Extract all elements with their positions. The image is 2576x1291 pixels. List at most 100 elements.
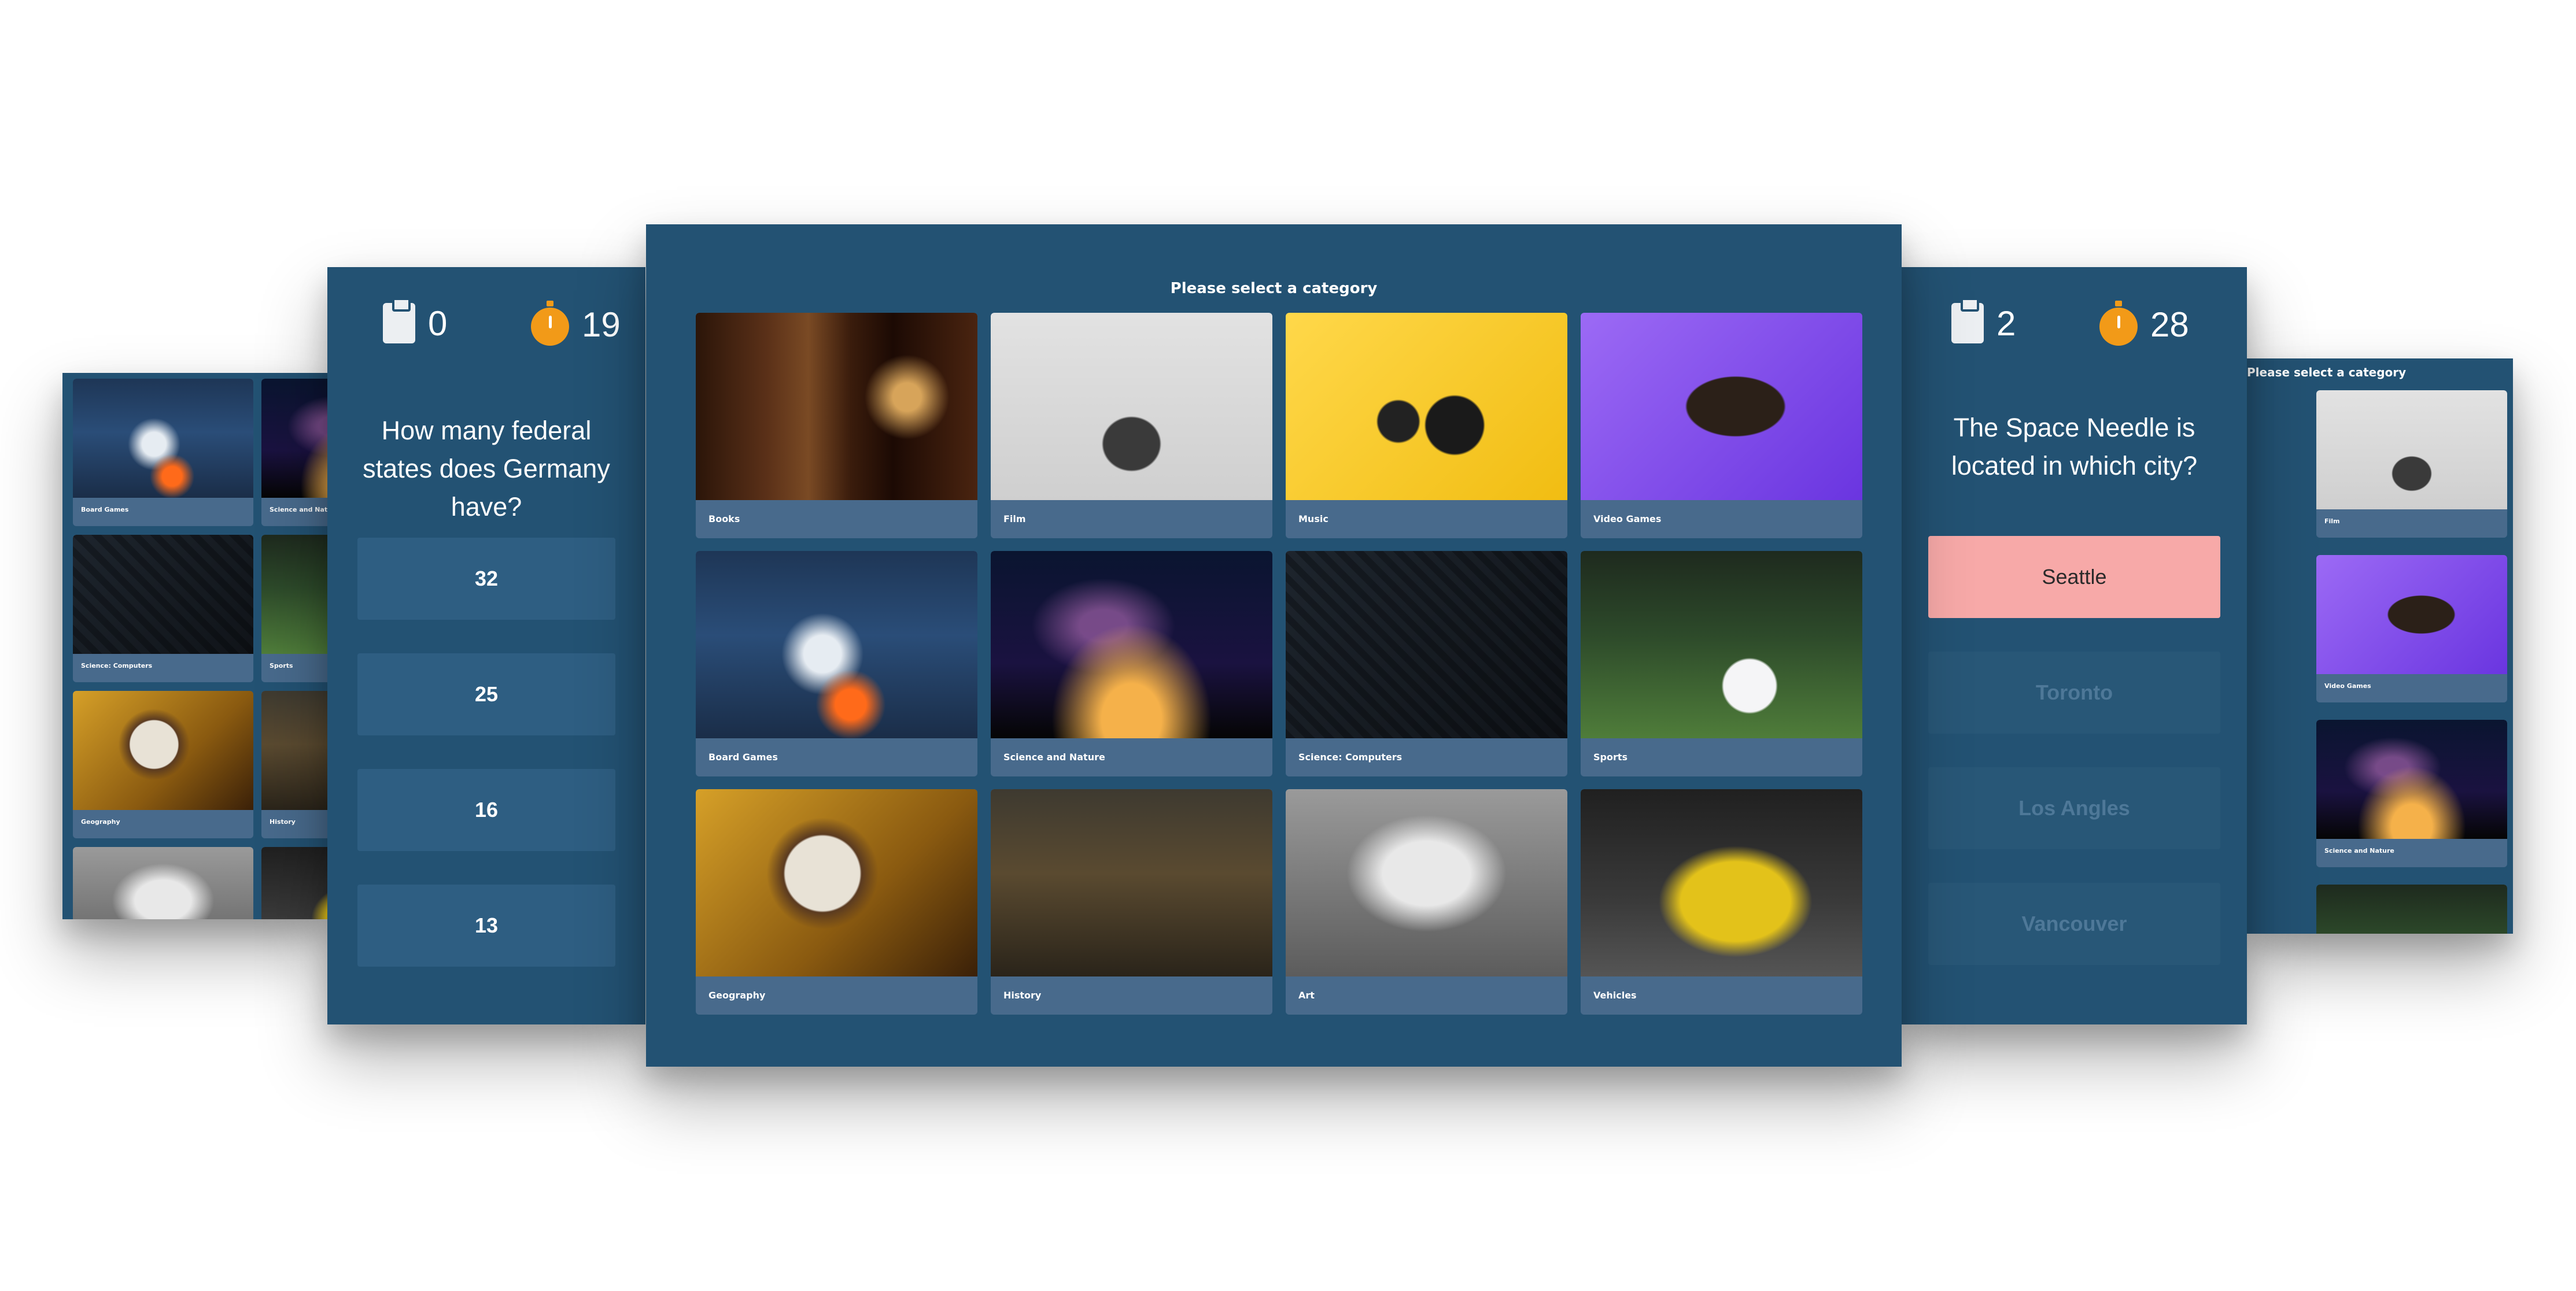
category-tile-film[interactable]: Film: [991, 313, 1272, 538]
category-image-science-computers: [73, 535, 253, 654]
timer-value: 19: [582, 305, 621, 344]
question-text: How many federal states does Germany hav…: [363, 416, 610, 521]
category-label: History: [270, 818, 296, 826]
answer-button[interactable]: 16: [357, 769, 615, 851]
answer-button[interactable]: 13: [357, 885, 615, 967]
timer-value: 28: [2150, 305, 2189, 344]
clipboard-icon: [1951, 298, 1984, 343]
category-screen-title: Please select a category: [1170, 280, 1378, 297]
category-image-film: [2316, 390, 2507, 509]
category-tile-music[interactable]: Music: [1286, 313, 1567, 538]
category-tile-sports[interactable]: Sports: [261, 535, 329, 682]
category-image-art: [73, 847, 253, 919]
category-tile-history[interactable]: History: [991, 789, 1272, 1015]
category-image-science-computers: [1286, 551, 1567, 738]
category-tile-art[interactable]: [73, 847, 253, 919]
quiz-header: 2 28: [1902, 298, 2247, 355]
answer-button[interactable]: Vancouver: [1928, 883, 2220, 965]
category-tile-film[interactable]: Film: [2316, 390, 2507, 538]
category-tile-video-games[interactable]: Video Games: [2316, 555, 2507, 702]
category-label: Music: [1298, 513, 1328, 524]
category-image-sports: [261, 535, 329, 654]
score-stat: 2: [1951, 298, 2016, 343]
category-image-history: [261, 691, 329, 810]
category-tile-science-computers[interactable]: Science: Computers: [1286, 551, 1567, 776]
category-image-science-and-nature: [991, 551, 1272, 738]
category-image-geography: [73, 691, 253, 810]
category-screen-title: Please select a category: [2247, 365, 2407, 379]
score-value: 0: [428, 304, 448, 343]
category-image-board-games: [696, 551, 977, 738]
category-label: Video Games: [2324, 682, 2371, 690]
category-image-geography: [696, 789, 977, 976]
category-image-art: [1286, 789, 1567, 976]
category-screen-left-partial: Board Games Science and Nature Science: …: [62, 373, 329, 919]
category-tile-sports[interactable]: [2316, 885, 2507, 934]
category-label: Board Games: [81, 506, 129, 513]
category-label: History: [1003, 990, 1042, 1001]
category-tile-history[interactable]: History: [261, 691, 329, 838]
category-image-film: [991, 313, 1272, 500]
stopwatch-icon: [531, 301, 569, 346]
answer-button-selected[interactable]: Seattle: [1928, 536, 2220, 618]
category-label: Geography: [81, 818, 120, 826]
answer-button[interactable]: 32: [357, 538, 615, 620]
category-image-sports: [1581, 551, 1862, 738]
category-tile-vehicles[interactable]: Vehicles: [1581, 789, 1862, 1015]
clipboard-icon: [383, 298, 415, 343]
category-image-video-games: [1581, 313, 1862, 500]
category-tile-sports[interactable]: Sports: [1581, 551, 1862, 776]
category-tile-science-and-nature[interactable]: Science and Nature: [991, 551, 1272, 776]
category-tile-science-and-nature[interactable]: Science and Nature: [2316, 720, 2507, 867]
category-image-science-and-nature: [2316, 720, 2507, 839]
category-label: Books: [708, 513, 740, 524]
answer-button[interactable]: 25: [357, 653, 615, 735]
category-label: Film: [1003, 513, 1026, 524]
category-tile-vehicles[interactable]: [261, 847, 329, 919]
category-label: Science: Computers: [81, 662, 153, 669]
category-label: Science and Nature: [2324, 847, 2394, 854]
category-tile-video-games[interactable]: Video Games: [1581, 313, 1862, 538]
category-label: Board Games: [708, 752, 778, 763]
category-screen-main: Please select a category Books Film Musi…: [646, 224, 1902, 1067]
quiz-screen-left: 0 19 How many federal states does German…: [327, 267, 645, 1024]
category-label: Sports: [1593, 752, 1628, 763]
category-image-vehicles: [1581, 789, 1862, 976]
category-screen-right-partial: Please select a category Film Video Game…: [2247, 358, 2513, 934]
category-tile-art[interactable]: Art: [1286, 789, 1567, 1015]
category-label: Science: Computers: [1298, 752, 1403, 763]
quiz-screen-right: 2 28 The Space Needle is located in whic…: [1902, 267, 2247, 1024]
category-label: Art: [1298, 990, 1315, 1001]
quiz-header: 0 19: [327, 298, 645, 355]
category-tile-geography[interactable]: Geography: [696, 789, 977, 1015]
category-image-science-and-nature: [261, 379, 329, 498]
category-tile-geography[interactable]: Geography: [73, 691, 253, 838]
category-label: Video Games: [1593, 513, 1662, 524]
category-label: Science and Nature: [270, 506, 329, 513]
category-label: Science and Nature: [1003, 752, 1105, 763]
category-tile-board-games[interactable]: Board Games: [696, 551, 977, 776]
answer-button[interactable]: Los Angles: [1928, 767, 2220, 849]
stopwatch-icon: [2099, 301, 2138, 346]
category-tile-science-computers[interactable]: Science: Computers: [73, 535, 253, 682]
category-label: Film: [2324, 517, 2340, 525]
timer-stat: 28: [2099, 301, 2189, 346]
category-image-board-games: [73, 379, 253, 498]
category-image-books: [696, 313, 977, 500]
category-label: Sports: [270, 662, 293, 669]
answer-button[interactable]: Toronto: [1928, 652, 2220, 734]
category-image-video-games: [2316, 555, 2507, 674]
category-image-vehicles: [261, 847, 329, 919]
category-label: Vehicles: [1593, 990, 1637, 1001]
category-label: Geography: [708, 990, 766, 1001]
category-tile-board-games[interactable]: Board Games: [73, 379, 253, 526]
category-image-sports: [2316, 885, 2507, 934]
timer-stat: 19: [531, 301, 621, 346]
category-tile-science-and-nature[interactable]: Science and Nature: [261, 379, 329, 526]
category-tile-books[interactable]: Books: [696, 313, 977, 538]
score-value: 2: [1996, 304, 2016, 343]
question-text: The Space Needle is located in which cit…: [1951, 413, 2198, 480]
score-stat: 0: [383, 298, 448, 343]
category-image-music: [1286, 313, 1567, 500]
category-image-history: [991, 789, 1272, 976]
